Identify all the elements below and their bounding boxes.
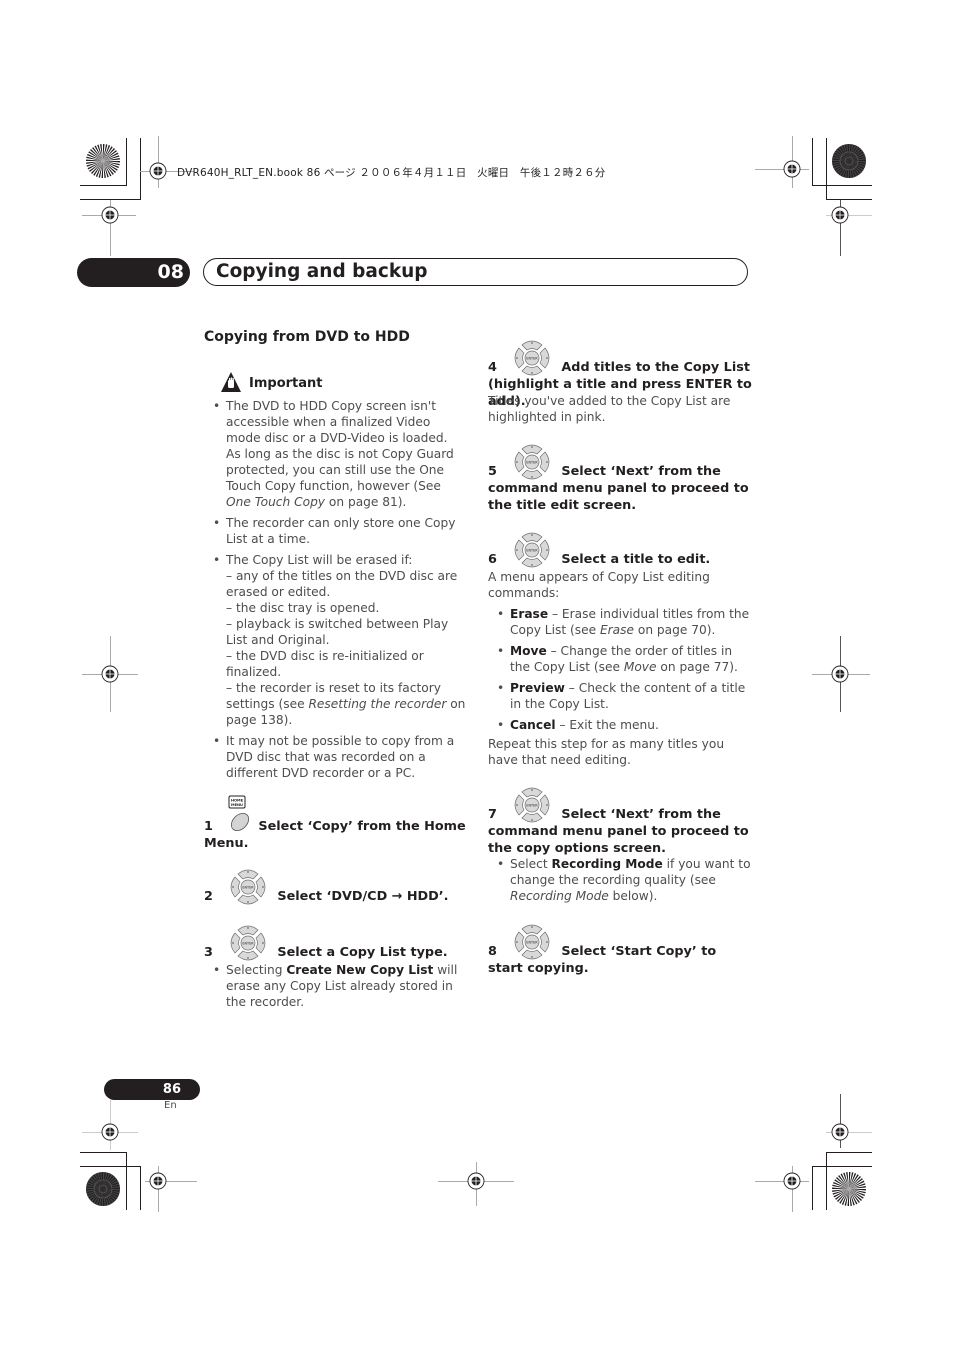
step-number: 4 <box>488 360 497 375</box>
crop-line <box>812 185 872 186</box>
registration-mark-icon <box>830 1122 850 1142</box>
step-bullet: Select Recording Mode if you want to cha… <box>488 856 754 904</box>
step-number: 6 <box>488 552 497 567</box>
registration-mark-icon <box>830 205 850 225</box>
crop-line <box>826 199 872 200</box>
sub-item: – the disc tray is opened. <box>226 601 380 615</box>
sub-item: – playback is switched between Play List… <box>226 617 449 647</box>
step-instruction: Select ‘Next’ from the command menu pane… <box>488 807 749 856</box>
crop-line <box>812 1166 813 1210</box>
step-number: 1 <box>204 819 213 834</box>
step-number: 5 <box>488 464 497 479</box>
important-label: Important <box>249 376 323 391</box>
registration-mark-icon <box>100 205 120 225</box>
step-bullet: Move – Change the order of titles in the… <box>488 643 754 675</box>
step-6: 6 Select a title to edit. <box>488 551 754 568</box>
step-4-description: Titles you've added to the Copy List are… <box>488 394 731 424</box>
registration-mark-icon <box>782 159 802 179</box>
sub-item: – the DVD disc is re-initialized or fina… <box>226 649 424 679</box>
crop-line <box>812 1166 872 1167</box>
important-bullet: The recorder can only store one Copy Lis… <box>204 515 466 547</box>
bullet-intro: The Copy List will be erased if: <box>226 553 413 567</box>
step-number: 8 <box>488 944 497 959</box>
step-3: 3 Select a Copy List type. <box>204 944 466 961</box>
starburst-target-icon <box>85 143 121 179</box>
keyword: Move <box>510 644 547 658</box>
step-number: 2 <box>204 889 213 904</box>
step-6-description: A menu appears of Copy List editing comm… <box>488 570 710 600</box>
step-instruction: Select ‘DVD/CD → HDD’. <box>277 889 449 904</box>
svg-text:MENU: MENU <box>231 803 243 807</box>
page-number: 86 <box>104 1079 200 1100</box>
registration-mark-icon <box>100 1122 120 1142</box>
step-bullet: Cancel – Exit the menu. <box>488 717 754 733</box>
warning-hand-icon <box>220 371 242 393</box>
step-bullet: Erase – Erase individual titles from the… <box>488 606 754 638</box>
crop-line <box>126 138 127 186</box>
step-6-note: Repeat this step for as many titles you … <box>488 737 725 767</box>
step-2: 2 Select ‘DVD/CD → HDD’. <box>204 888 466 905</box>
section-title: Copying from DVD to HDD <box>204 329 410 345</box>
registration-mark-icon <box>466 1171 486 1191</box>
crop-line <box>826 1152 872 1153</box>
crop-line <box>826 138 827 200</box>
step-instruction: Select ‘Start Copy’ to start copying. <box>488 944 717 976</box>
step-5: 5 Select ‘Next’ from the command menu pa… <box>488 463 754 514</box>
step-7: 7 Select ‘Next’ from the command menu pa… <box>488 806 754 857</box>
crop-line <box>80 1166 141 1167</box>
starburst-target-icon <box>831 1171 867 1207</box>
chapter-number: 08 <box>77 258 190 287</box>
step-bullet: Preview – Check the content of a title i… <box>488 680 754 712</box>
keyword: Preview <box>510 681 565 695</box>
crop-line <box>80 1152 127 1153</box>
cross-reference: Move <box>623 660 657 674</box>
registration-mark-icon <box>148 1171 168 1191</box>
cross-reference: One Touch Copy <box>226 495 326 509</box>
crop-line <box>140 138 141 200</box>
step-number: 3 <box>204 945 213 960</box>
important-bullet: The DVD to HDD Copy screen isn't accessi… <box>204 398 466 510</box>
sub-item: – any of the titles on the DVD disc are … <box>226 569 458 599</box>
keyword: Erase <box>510 607 549 621</box>
step-8: 8 Select ‘Start Copy’ to start copying. <box>488 943 754 977</box>
crop-line <box>80 185 127 186</box>
important-bullet: The Copy List will be erased if: – any of… <box>204 552 466 728</box>
cross-reference: Recording Mode <box>510 889 609 903</box>
keyword: Create New Copy List <box>286 963 434 977</box>
crop-line <box>812 138 813 186</box>
svg-text:HOME: HOME <box>231 798 244 802</box>
copy-list-commands: Erase – Erase individual titles from the… <box>488 606 754 738</box>
registration-mark-icon <box>782 1171 802 1191</box>
step-instruction: Select a title to edit. <box>561 552 711 567</box>
step-number: 7 <box>488 807 497 822</box>
crop-line <box>140 1166 141 1210</box>
step-bullet: Selecting Create New Copy List will eras… <box>204 962 466 1010</box>
cross-reference: Resetting the recorder <box>308 697 447 711</box>
step-1: 1 Select ‘Copy’ from the Home Menu. <box>204 818 466 852</box>
step-instruction: Select ‘Copy’ from the Home Menu. <box>204 819 466 851</box>
chapter-title-box: Copying and backup <box>203 258 748 286</box>
important-bullet-list: The DVD to HDD Copy screen isn't accessi… <box>204 398 466 786</box>
important-bullet: It may not be possible to copy from a DV… <box>204 733 466 781</box>
cross-reference: Erase <box>599 623 634 637</box>
registration-mark-icon <box>830 664 850 684</box>
keyword: Recording Mode <box>551 857 663 871</box>
registration-mark-icon <box>148 161 168 181</box>
sub-item: – the recorder is reset to its factory s… <box>226 681 466 727</box>
registration-mark-icon <box>100 664 120 684</box>
color-target-icon <box>831 143 867 179</box>
page-language: En <box>164 1100 177 1111</box>
crop-line <box>126 1152 127 1210</box>
step-3-bullets: Selecting Create New Copy List will eras… <box>204 962 466 1015</box>
color-target-icon <box>85 1171 121 1207</box>
step-instruction: Select ‘Next’ from the command menu pane… <box>488 464 749 513</box>
step-instruction: Select a Copy List type. <box>277 945 448 960</box>
step-7-bullets: Select Recording Mode if you want to cha… <box>488 856 754 909</box>
crop-line <box>826 1152 827 1210</box>
keyword: Cancel <box>510 718 556 732</box>
chapter-title: Copying and backup <box>216 261 428 282</box>
print-header-file-info: DVR640H_RLT_EN.book 86 ページ ２００６年４月１１日 火曜… <box>177 167 606 179</box>
